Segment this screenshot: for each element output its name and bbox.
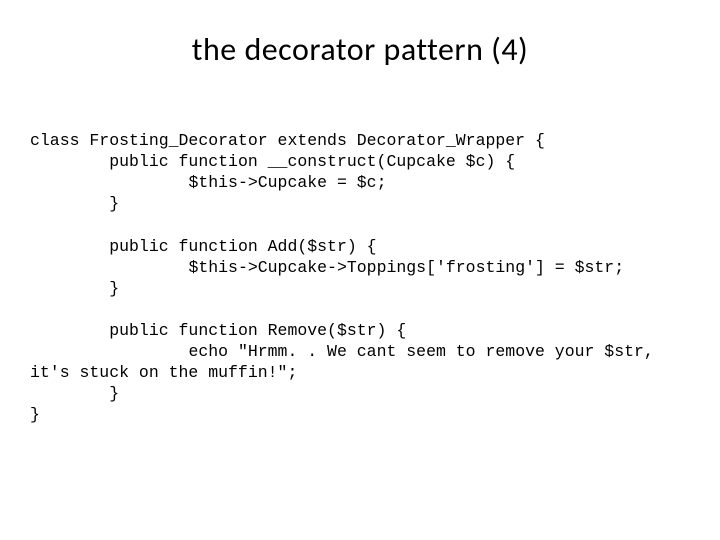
code-block: class Frosting_Decorator extends Decorat… [30, 130, 690, 426]
slide-title: the decorator pattern (4) [0, 30, 720, 69]
slide: the decorator pattern (4) class Frosting… [0, 0, 720, 540]
